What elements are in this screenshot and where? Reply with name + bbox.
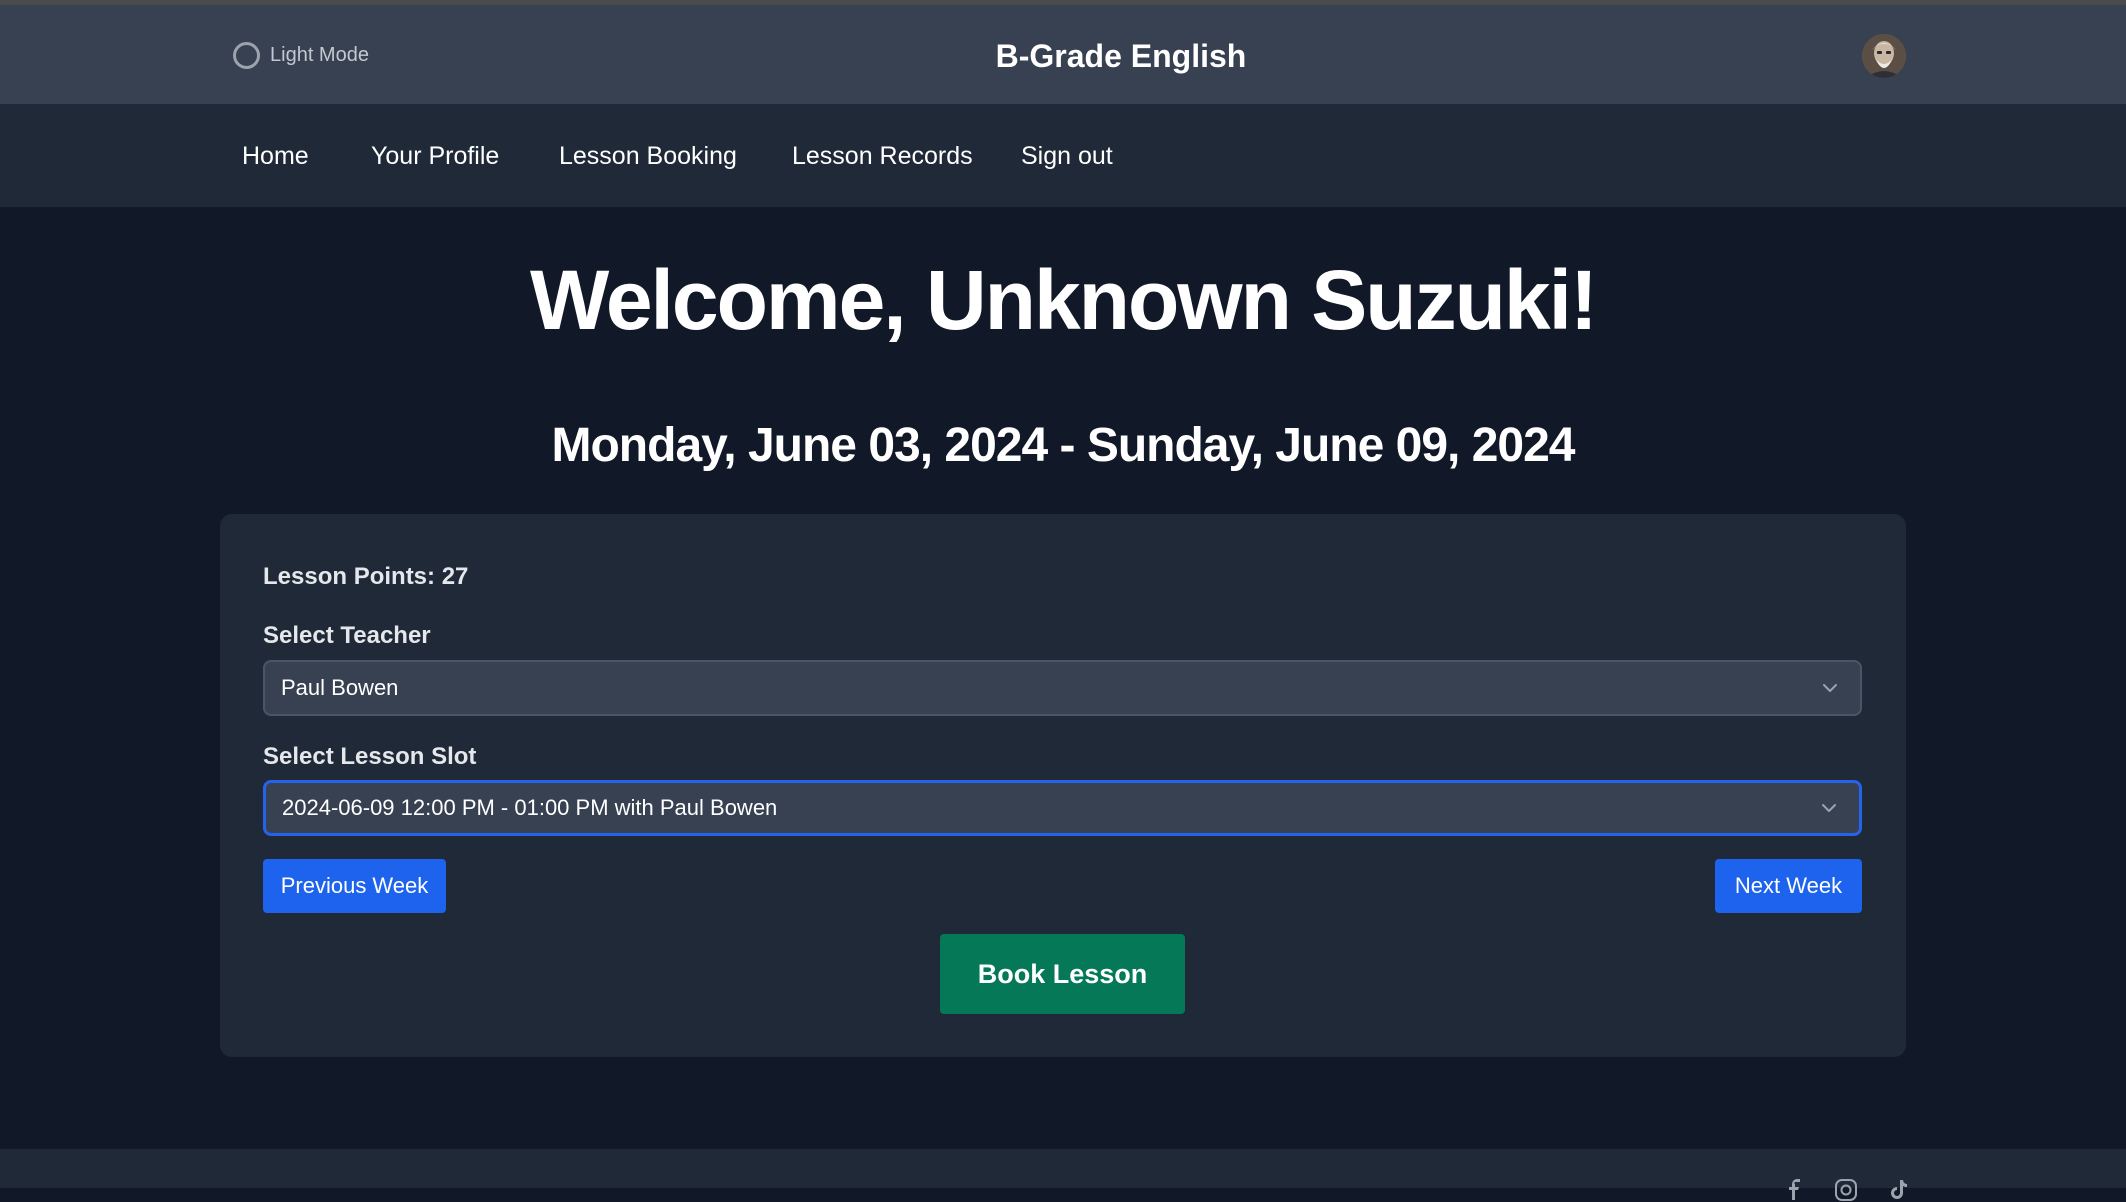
avatar-portrait-icon xyxy=(1862,34,1906,78)
chevron-down-icon xyxy=(1823,684,1837,692)
user-avatar[interactable] xyxy=(1862,34,1906,78)
previous-week-button[interactable]: Previous Week xyxy=(263,859,446,913)
site-title: B-Grade English xyxy=(995,38,1247,74)
facebook-icon[interactable] xyxy=(1783,1178,1807,1202)
tiktok-icon[interactable] xyxy=(1887,1178,1911,1202)
teacher-select-value: Paul Bowen xyxy=(281,675,399,700)
book-lesson-button[interactable]: Book Lesson xyxy=(940,934,1185,1014)
nav-your-profile[interactable]: Your Profile xyxy=(371,142,499,171)
next-week-button[interactable]: Next Week xyxy=(1715,859,1862,913)
lesson-points: Lesson Points: 27 xyxy=(263,563,469,590)
teacher-select[interactable]: Paul Bowen xyxy=(263,660,1862,716)
select-lesson-slot-label: Select Lesson Slot xyxy=(263,743,477,770)
nav-lesson-records[interactable]: Lesson Records xyxy=(792,142,973,171)
select-teacher-label: Select Teacher xyxy=(263,622,431,649)
lesson-slot-select-value: 2024-06-09 12:00 PM - 01:00 PM with Paul… xyxy=(282,795,778,820)
site-footer xyxy=(0,1149,2126,1188)
nav-lesson-booking[interactable]: Lesson Booking xyxy=(559,142,737,171)
chevron-down-icon xyxy=(1822,804,1836,812)
nav-home[interactable]: Home xyxy=(242,142,309,171)
instagram-icon[interactable] xyxy=(1834,1178,1858,1202)
lesson-slot-select[interactable]: 2024-06-09 12:00 PM - 01:00 PM with Paul… xyxy=(263,780,1862,836)
nav-sign-out[interactable]: Sign out xyxy=(1021,142,1113,171)
welcome-heading: Welcome, Unknown Suzuki! xyxy=(530,253,1598,347)
week-range-heading: Monday, June 03, 2024 - Sunday, June 09,… xyxy=(551,419,1576,472)
